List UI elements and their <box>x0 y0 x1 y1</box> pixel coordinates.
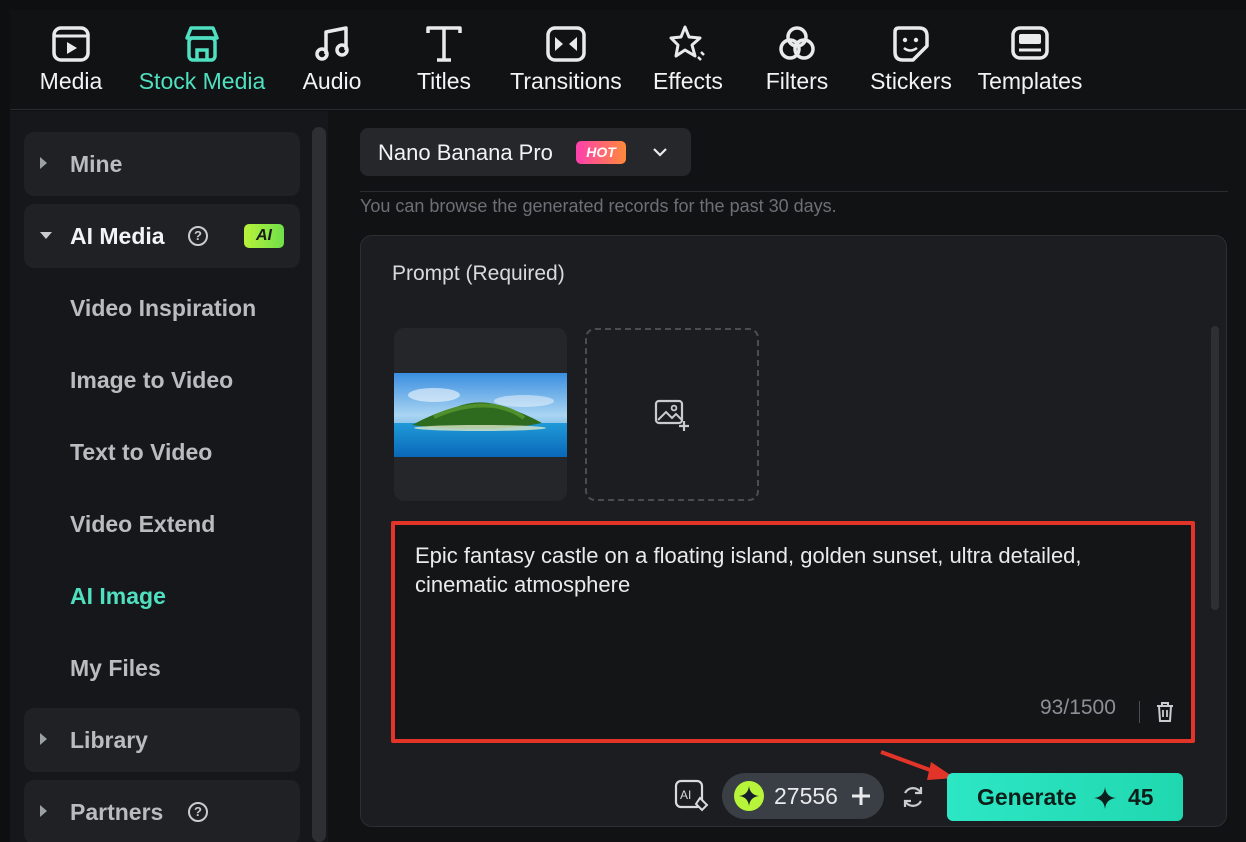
caret-right-icon <box>40 733 47 745</box>
filters-icon <box>779 26 815 60</box>
generate-label: Generate <box>977 784 1077 810</box>
music-note-icon <box>315 26 349 61</box>
refresh-icon[interactable] <box>900 784 926 810</box>
toolbar-filters[interactable]: Filters <box>762 10 832 110</box>
credits-amount: 27556 <box>774 783 838 809</box>
media-icon <box>52 26 90 62</box>
history-hint: You can browse the generated records for… <box>360 196 837 216</box>
help-icon[interactable]: ? <box>188 802 208 822</box>
ai-badge: AI <box>244 224 284 248</box>
sidebar-section-label: Library <box>70 727 148 753</box>
hot-badge: HOT <box>576 141 626 164</box>
plus-icon[interactable] <box>850 785 872 807</box>
caret-right-icon <box>40 157 47 169</box>
model-name: Nano Banana Pro <box>378 140 553 165</box>
model-dropdown[interactable]: Nano Banana Pro HOT <box>360 128 691 176</box>
toolbar-stock-media[interactable]: Stock Media <box>136 10 268 110</box>
toolbar-stickers-label: Stickers <box>870 68 952 94</box>
toolbar-transitions-label: Transitions <box>510 68 622 94</box>
help-icon[interactable]: ? <box>188 226 208 246</box>
toolbar-audio[interactable]: Audio <box>300 10 364 110</box>
toolbar-audio-label: Audio <box>302 68 362 94</box>
caret-right-icon <box>40 805 47 817</box>
toolbar-media[interactable]: Media <box>38 10 104 110</box>
sidebar-item-my-files[interactable]: My Files <box>70 655 161 682</box>
credit-coin-icon <box>734 781 764 811</box>
sidebar-item-text-to-video[interactable]: Text to Video <box>70 439 212 466</box>
add-image-button[interactable] <box>585 328 759 501</box>
sidebar-item-image-to-video[interactable]: Image to Video <box>70 367 233 394</box>
transition-icon <box>546 26 586 62</box>
generate-cost: 45 <box>1128 784 1154 810</box>
prompt-scrollbar[interactable] <box>1211 326 1219 610</box>
svg-text:AI: AI <box>680 788 691 802</box>
toolbar-titles[interactable]: Titles <box>412 10 476 110</box>
sparkle-icon <box>1094 787 1116 809</box>
top-toolbar: Media Stock Media Audio Titles Transitio… <box>10 10 1246 110</box>
stock-media-icon <box>185 26 219 62</box>
toolbar-stickers[interactable]: Stickers <box>866 10 956 110</box>
sticker-icon <box>893 26 929 62</box>
prompt-textarea[interactable]: Epic fantasy castle on a floating island… <box>391 521 1195 743</box>
toolbar-titles-label: Titles <box>416 68 472 94</box>
prompt-text: Epic fantasy castle on a floating island… <box>415 543 1082 597</box>
sidebar-section-partners[interactable]: Partners ? <box>24 780 300 842</box>
trash-icon[interactable] <box>1155 701 1175 723</box>
toolbar-transitions[interactable]: Transitions <box>506 10 626 110</box>
toolbar-media-label: Media <box>39 68 103 94</box>
sidebar: Mine AI Media ? AI Video Inspiration Ima… <box>10 111 328 842</box>
toolbar-templates[interactable]: Templates <box>974 10 1086 110</box>
credits-balance[interactable]: 27556 <box>722 773 884 819</box>
toolbar-templates-label: Templates <box>977 68 1083 94</box>
sidebar-section-label: Mine <box>70 151 123 177</box>
sidebar-section-ai-media[interactable]: AI Media ? AI <box>24 204 300 268</box>
caret-down-icon <box>40 232 52 239</box>
toolbar-stock-media-label: Stock Media <box>138 68 266 94</box>
sidebar-item-ai-image[interactable]: AI Image <box>70 583 166 610</box>
main-panel: Nano Banana Pro HOT You can browse the g… <box>328 111 1246 842</box>
character-counter: 93/1500 <box>1040 696 1116 719</box>
counter-separator <box>1139 701 1140 723</box>
sidebar-section-label: Partners <box>70 799 164 825</box>
text-t-icon <box>426 26 462 62</box>
toolbar-effects[interactable]: Effects <box>650 10 726 110</box>
sidebar-scrollbar[interactable] <box>312 127 326 842</box>
generate-button[interactable]: Generate 45 <box>947 773 1183 821</box>
template-icon <box>1011 26 1049 60</box>
sidebar-section-label: AI Media <box>70 223 165 249</box>
sidebar-section-library[interactable]: Library <box>24 708 300 772</box>
reference-image-thumbnail[interactable] <box>394 328 567 501</box>
sidebar-section-mine[interactable]: Mine <box>24 132 300 196</box>
prompt-panel: Prompt (Required) Epic fantasy castle on… <box>360 235 1227 827</box>
add-image-icon <box>654 399 689 431</box>
red-arrow-annotation <box>880 750 955 780</box>
sidebar-item-video-inspiration[interactable]: Video Inspiration <box>70 295 256 322</box>
prompt-label: Prompt (Required) <box>392 262 565 285</box>
ai-enhance-icon[interactable]: AI <box>674 778 710 814</box>
sparkle-icon <box>739 786 759 806</box>
island-image <box>394 373 567 457</box>
toolbar-filters-label: Filters <box>765 68 829 94</box>
divider <box>360 191 1228 192</box>
toolbar-effects-label: Effects <box>653 68 723 94</box>
chevron-down-icon <box>653 148 667 157</box>
sidebar-item-video-extend[interactable]: Video Extend <box>70 511 215 538</box>
effects-star-icon <box>669 25 705 61</box>
